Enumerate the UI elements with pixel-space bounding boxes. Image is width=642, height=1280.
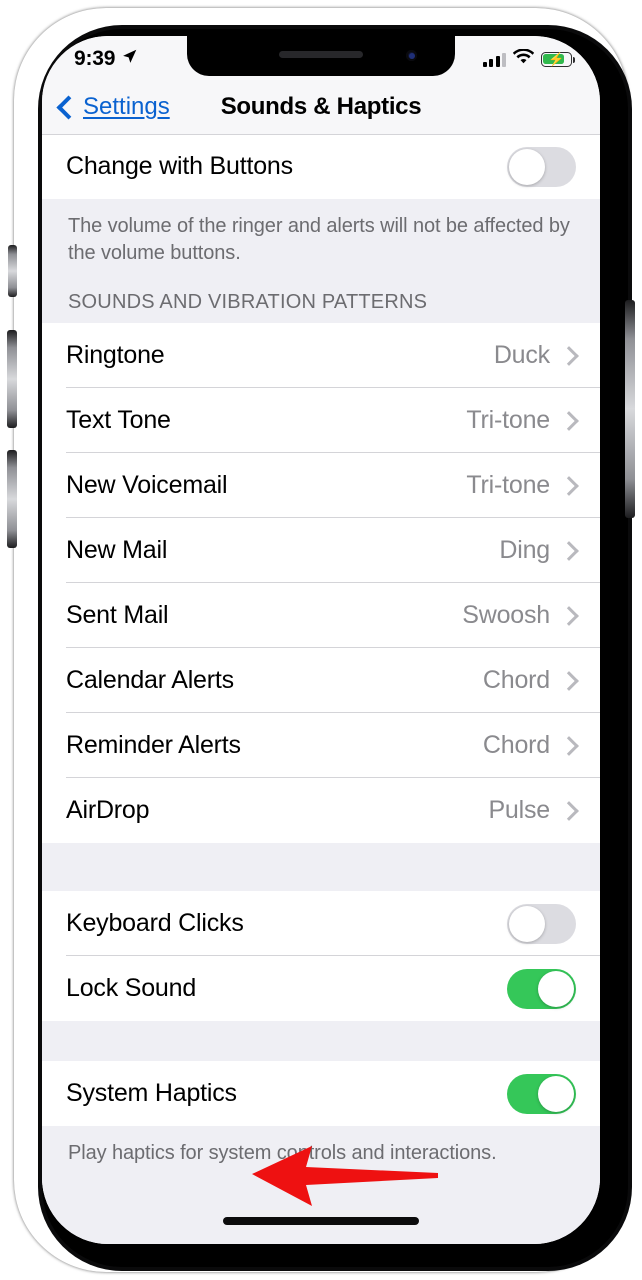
back-button-settings[interactable]: Settings xyxy=(56,93,170,121)
row-label: Sent Mail xyxy=(66,601,169,629)
row-label: System Haptics xyxy=(66,1079,237,1107)
row-ringtone[interactable]: Ringtone Duck xyxy=(42,323,600,388)
toggle-lock-sound[interactable] xyxy=(507,968,576,1009)
mute-switch-button[interactable] xyxy=(8,245,17,297)
chevron-right-icon xyxy=(559,345,579,366)
row-reminder-alerts[interactable]: Reminder Alerts Chord xyxy=(42,713,600,778)
row-new-mail[interactable]: New Mail Ding xyxy=(42,518,600,583)
toggle-change-with-buttons[interactable] xyxy=(507,146,576,187)
toggle-system-haptics[interactable] xyxy=(507,1073,576,1114)
row-value: Swoosh xyxy=(462,601,550,629)
settings-group-feedback: Keyboard Clicks Lock Sound xyxy=(42,891,600,1021)
display-notch xyxy=(187,36,455,76)
row-label: Keyboard Clicks xyxy=(66,909,244,937)
row-value: Duck xyxy=(493,341,550,369)
row-value: Pulse xyxy=(488,796,550,824)
row-value: Tri-tone xyxy=(466,471,550,499)
row-label: AirDrop xyxy=(66,796,150,824)
chevron-right-icon xyxy=(559,475,579,496)
row-label: New Voicemail xyxy=(66,471,228,499)
chevron-right-icon xyxy=(559,735,579,756)
home-indicator[interactable] xyxy=(223,1217,419,1225)
battery-charging-icon: ⚡ xyxy=(541,51,576,67)
settings-group-volume: Change with Buttons xyxy=(42,134,600,199)
toggle-knob xyxy=(538,1075,574,1112)
footer-system-haptics: Play haptics for system controls and int… xyxy=(42,1126,600,1183)
row-change-with-buttons[interactable]: Change with Buttons xyxy=(42,134,600,199)
power-button[interactable] xyxy=(625,300,635,518)
row-label: Change with Buttons xyxy=(66,152,293,180)
chevron-right-icon xyxy=(559,670,579,691)
settings-group-sounds: Ringtone Duck Text Tone Tri-tone New Voi… xyxy=(42,323,600,843)
row-label: Calendar Alerts xyxy=(66,666,234,694)
charging-bolt-icon: ⚡ xyxy=(548,51,565,67)
toggle-knob xyxy=(538,970,574,1007)
row-value: Chord xyxy=(482,666,550,694)
footer-volume-buttons: The volume of the ringer and alerts will… xyxy=(42,199,600,283)
settings-group-haptics: System Haptics xyxy=(42,1061,600,1126)
group-spacer xyxy=(42,1021,600,1061)
chevron-right-icon xyxy=(559,605,579,626)
settings-list[interactable]: Change with Buttons The volume of the ri… xyxy=(42,134,600,1244)
phone-screen: 9:39 ⚡ Settings Sounds & Haptics Change … xyxy=(42,36,600,1244)
row-label: Reminder Alerts xyxy=(66,731,241,759)
row-new-voicemail[interactable]: New Voicemail Tri-tone xyxy=(42,453,600,518)
row-label: Text Tone xyxy=(66,406,171,434)
row-text-tone[interactable]: Text Tone Tri-tone xyxy=(42,388,600,453)
earpiece-speaker-icon xyxy=(279,51,363,58)
toggle-keyboard-clicks[interactable] xyxy=(507,903,576,944)
volume-down-button[interactable] xyxy=(7,450,17,548)
chevron-right-icon xyxy=(559,800,579,821)
back-button-label: Settings xyxy=(83,93,170,120)
row-label: Ringtone xyxy=(66,341,165,369)
chevron-right-icon xyxy=(559,410,579,431)
page-title: Sounds & Haptics xyxy=(220,93,422,120)
status-time: 9:39 xyxy=(74,47,116,70)
status-bar-left: 9:39 xyxy=(74,47,138,71)
chevron-left-icon xyxy=(56,94,81,120)
group-spacer xyxy=(42,843,600,891)
row-label: New Mail xyxy=(66,536,168,564)
location-arrow-icon xyxy=(121,48,138,70)
row-system-haptics[interactable]: System Haptics xyxy=(42,1061,600,1126)
wifi-icon xyxy=(512,47,535,70)
row-calendar-alerts[interactable]: Calendar Alerts Chord xyxy=(42,648,600,713)
toggle-knob xyxy=(509,148,545,185)
row-lock-sound[interactable]: Lock Sound xyxy=(42,956,600,1021)
section-header-sounds-vibration: SOUNDS AND VIBRATION PATTERNS xyxy=(42,283,600,323)
chevron-right-icon xyxy=(559,540,579,561)
volume-up-button[interactable] xyxy=(7,330,17,428)
row-label: Lock Sound xyxy=(66,974,197,1002)
front-camera-icon xyxy=(406,50,417,61)
navigation-bar: Settings Sounds & Haptics xyxy=(42,80,600,135)
row-value: Chord xyxy=(482,731,550,759)
row-value: Tri-tone xyxy=(466,406,550,434)
row-keyboard-clicks[interactable]: Keyboard Clicks xyxy=(42,891,600,956)
toggle-knob xyxy=(509,905,545,942)
row-airdrop[interactable]: AirDrop Pulse xyxy=(42,778,600,843)
status-bar-right: ⚡ xyxy=(482,47,576,70)
cellular-signal-icon xyxy=(482,52,506,67)
row-value: Ding xyxy=(499,536,550,564)
row-sent-mail[interactable]: Sent Mail Swoosh xyxy=(42,583,600,648)
